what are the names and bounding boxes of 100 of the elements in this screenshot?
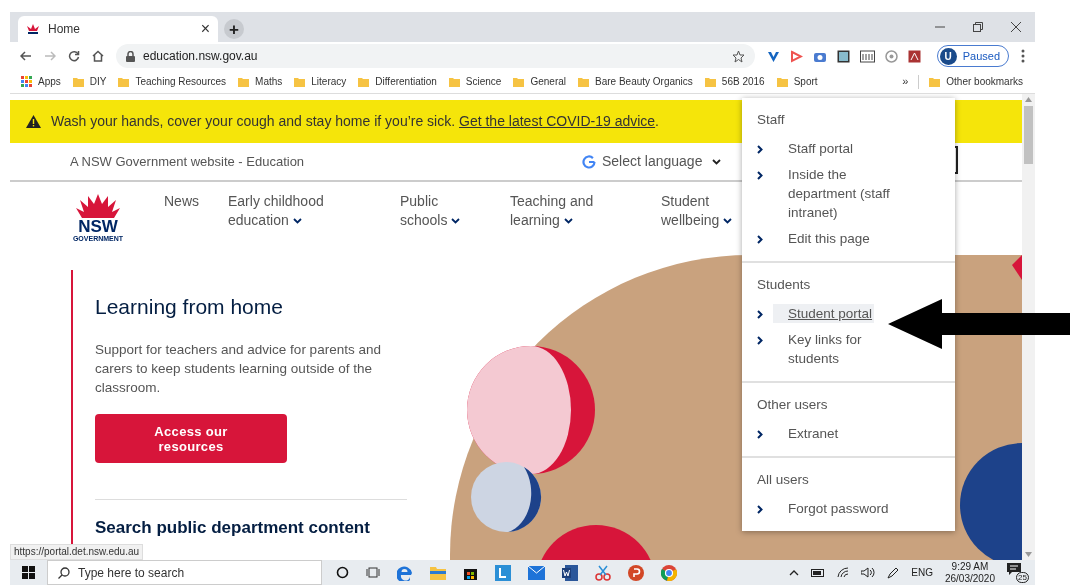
menu-link[interactable]: Staff portal — [773, 139, 856, 158]
taskbar-search-field[interactable]: Type here to search — [47, 560, 322, 585]
menu-link[interactable]: Key links for students — [773, 330, 908, 368]
restore-icon[interactable] — [973, 22, 983, 32]
cortana-circle-icon[interactable] — [336, 566, 349, 579]
powerpoint-icon[interactable] — [628, 564, 644, 581]
folder-icon[interactable] — [430, 565, 446, 580]
keyboard-language[interactable]: ENG — [911, 565, 933, 580]
notification-button[interactable]: 25 — [1007, 562, 1029, 583]
clock-date[interactable]: 26/03/2020 — [944, 573, 995, 585]
chevron-right-icon — [757, 336, 763, 345]
bookmark[interactable]: Literacy — [293, 74, 348, 89]
bookmark[interactable]: Differentiation — [357, 74, 438, 89]
bookmark[interactable]: Maths — [237, 74, 284, 89]
reload-icon[interactable] — [68, 50, 80, 62]
nav-link[interactable]: News — [164, 192, 204, 211]
v-logo-icon[interactable] — [766, 49, 780, 63]
browser-tab[interactable]: Home × — [18, 16, 218, 42]
bookmark[interactable]: Apps — [20, 74, 62, 89]
folder-icon — [513, 76, 525, 87]
star-icon[interactable] — [731, 49, 745, 63]
play-icon[interactable] — [789, 49, 803, 63]
caret-up-icon[interactable] — [789, 569, 800, 576]
clock-time[interactable]: 9:29 AM — [951, 561, 989, 573]
scrollbar[interactable] — [1022, 94, 1035, 560]
chevron-right-icon — [757, 171, 763, 180]
folder-icon — [929, 76, 941, 87]
circle-logo-icon[interactable] — [884, 49, 898, 63]
bookmarks-overflow-button[interactable]: » — [902, 73, 909, 90]
chevron-right-icon — [757, 505, 763, 514]
wifi-icon[interactable] — [837, 567, 850, 578]
alert-message: Wash your hands, cover your cough and stay home if you’re sick. Get the latest COVID-19 advice. — [51, 112, 659, 131]
language-selector[interactable]: Select language — [582, 151, 722, 172]
apps-grid-icon — [21, 76, 32, 87]
profile-status: Paused — [962, 48, 1000, 64]
search-placeholder: Type here to search — [78, 564, 185, 582]
grid-logo-icon[interactable] — [859, 49, 875, 63]
word-document-icon[interactable] — [562, 564, 578, 581]
nav-link[interactable]: Teaching and learning — [510, 192, 610, 230]
windows-start-icon[interactable] — [22, 566, 35, 579]
new-tab-button[interactable]: + — [224, 19, 244, 39]
pen-icon[interactable] — [887, 566, 900, 579]
access-resources-button[interactable]: Access our resources — [95, 414, 287, 463]
address-bar[interactable]: education.nsw.gov.au — [116, 44, 755, 68]
bookmark[interactable]: Bare Beauty Organics — [577, 74, 694, 89]
menu-section-heading: All users — [757, 471, 809, 489]
task-view-icon[interactable] — [366, 566, 380, 579]
menu-section-heading: Staff — [757, 111, 785, 129]
url-text: education.nsw.gov.au — [143, 48, 259, 65]
bookmark[interactable]: Science — [447, 74, 503, 89]
back-icon[interactable] — [20, 50, 32, 62]
close-icon[interactable] — [1011, 22, 1021, 32]
status-url: https://portal.det.nsw.edu.au — [10, 544, 144, 560]
menu-link[interactable]: Extranet — [773, 424, 841, 443]
folder-icon — [238, 76, 250, 87]
logo-wordmark: NSW — [78, 218, 118, 235]
chevron-right-icon — [757, 310, 763, 319]
mail-icon[interactable] — [528, 565, 545, 580]
close-tab-button[interactable]: × — [200, 21, 210, 37]
home-icon[interactable] — [92, 50, 104, 62]
menu-section-heading: Students — [757, 276, 811, 294]
chevron-right-icon — [757, 145, 763, 154]
bookmark[interactable]: Sport — [775, 74, 819, 89]
pdf-icon[interactable] — [907, 49, 921, 63]
folder-icon — [704, 76, 716, 87]
folder-icon — [776, 76, 788, 87]
volume-icon[interactable] — [861, 567, 876, 578]
government-website-label: A NSW Government website - Education — [70, 152, 306, 171]
section-heading: Learning from home — [95, 294, 284, 320]
edge-browser-icon[interactable] — [397, 564, 413, 581]
nav-link[interactable]: Early childhood education — [228, 192, 343, 230]
nav-link[interactable]: Student wellbeing — [661, 192, 741, 230]
bookmark[interactable]: 56B 2016 — [703, 74, 766, 89]
chevron-right-icon — [757, 430, 763, 439]
description-text: Support for teachers and advice for parents and carers to keep students learning outside of the classroom. — [95, 341, 382, 397]
menu-link[interactable]: Edit this page — [773, 229, 872, 248]
letter-l-icon[interactable] — [495, 564, 511, 581]
folder-icon — [448, 76, 460, 87]
covid-advice-link[interactable]: Get the latest COVID-19 advice — [459, 113, 656, 129]
bookmark[interactable]: Teaching Resources — [117, 74, 228, 89]
bookmark[interactable]: DIY — [71, 74, 108, 89]
chevron-down-icon — [712, 158, 722, 165]
scrollbar-thumb[interactable] — [1024, 106, 1033, 164]
waratah-flower-icon — [74, 192, 122, 218]
notification-icon — [1007, 562, 1021, 575]
search-icon — [58, 566, 70, 579]
menu-icon[interactable] — [1021, 49, 1025, 63]
bookmark[interactable]: General — [512, 74, 567, 89]
battery-icon[interactable] — [811, 568, 826, 577]
nav-link[interactable]: Public schools — [400, 192, 462, 230]
chevron-right-icon — [757, 235, 763, 244]
menu-link[interactable]: Forgot password — [773, 499, 891, 518]
picture-icon[interactable] — [836, 49, 850, 63]
bookmark[interactable]: Other bookmarks — [929, 74, 1023, 89]
snipping-scissors-icon[interactable] — [595, 564, 611, 581]
g-logo-icon — [582, 154, 596, 169]
menu-link[interactable]: Inside the department (staff intranet) — [773, 165, 908, 222]
warning-icon — [26, 115, 41, 128]
menu-link[interactable]: Student portal — [773, 304, 875, 323]
chrome-browser-icon[interactable] — [661, 564, 677, 581]
